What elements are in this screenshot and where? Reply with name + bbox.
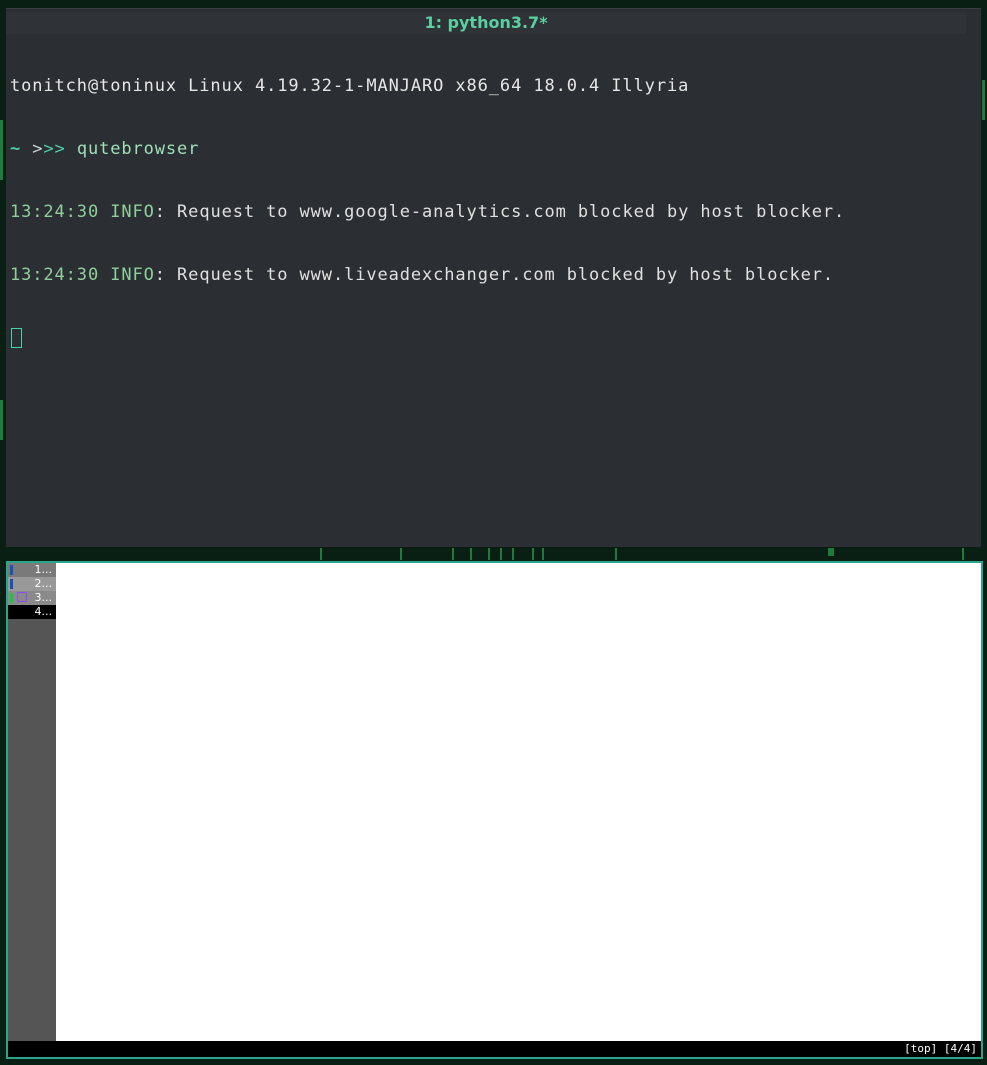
browser-window[interactable]: 1... 2... 3... 4... [top] [4/4] [6, 561, 983, 1059]
wallpaper-trace [488, 548, 490, 560]
tab-label: 1... [34, 563, 53, 576]
log-time: 13:24:30 [10, 265, 100, 285]
wallpaper-trace [470, 548, 472, 560]
wallpaper-trace [532, 548, 534, 560]
tab-2[interactable]: 2... [8, 577, 56, 591]
command-text: qutebrowser [65, 139, 200, 159]
input-line[interactable] [10, 328, 977, 349]
wallpaper-trace [828, 548, 834, 556]
terminal-window[interactable]: 1: python3.7* tonitch@toninux Linux 4.19… [6, 8, 981, 547]
log-level: INFO [99, 265, 155, 285]
prompt-arrow-dim: > [21, 139, 44, 159]
wallpaper-trace [542, 548, 544, 560]
log-message: : Request to www.liveadexchanger.com blo… [154, 265, 835, 285]
tab-1[interactable]: 1... [8, 563, 56, 577]
prompt-arrow-bright: >> [43, 139, 66, 159]
tab-indicator [10, 579, 13, 589]
tab-4[interactable]: 4... [8, 605, 56, 619]
wallpaper-trace [320, 548, 322, 560]
wallpaper-trace [0, 120, 3, 180]
page-content[interactable] [56, 563, 981, 1041]
prompt-tilde: ~ [10, 139, 22, 159]
vertical-tab-bar: 1... 2... 3... 4... [8, 563, 56, 1041]
log-line: 13:24:30 INFO: Request to www.liveadexch… [10, 265, 977, 286]
wallpaper-trace [512, 548, 514, 560]
terminal-title: 1: python3.7* [6, 12, 966, 34]
terminal-output[interactable]: tonitch@toninux Linux 4.19.32-1-MANJARO … [10, 34, 977, 391]
tab-3[interactable]: 3... [8, 591, 56, 605]
wallpaper-trace [0, 400, 3, 440]
wallpaper-trace [500, 548, 502, 560]
tab-label: 3... [34, 591, 53, 604]
tab-indicator [10, 593, 13, 603]
wallpaper-trace [962, 548, 964, 560]
wallpaper-trace [982, 80, 985, 120]
twitch-icon [17, 592, 27, 602]
terminal-cursor [11, 328, 22, 348]
wallpaper-trace [400, 548, 402, 560]
prompt-line: ~ >>> qutebrowser [10, 139, 977, 160]
log-message: : Request to www.google-analytics.com bl… [154, 202, 846, 222]
tab-label: 4... [34, 605, 53, 618]
log-level: INFO [99, 202, 155, 222]
tab-label: 2... [34, 577, 53, 590]
prompt-arrow: >>> [21, 139, 66, 159]
status-bar: [top] [4/4] [8, 1041, 981, 1057]
log-line: 13:24:30 INFO: Request to www.google-ana… [10, 202, 977, 223]
desktop: 1: python3.7* tonitch@toninux Linux 4.19… [0, 0, 987, 1065]
system-info-line: tonitch@toninux Linux 4.19.32-1-MANJARO … [10, 76, 690, 96]
wallpaper-trace [452, 548, 454, 560]
tab-indicator [10, 565, 13, 575]
wallpaper-trace [615, 548, 617, 560]
log-time: 13:24:30 [10, 202, 100, 222]
